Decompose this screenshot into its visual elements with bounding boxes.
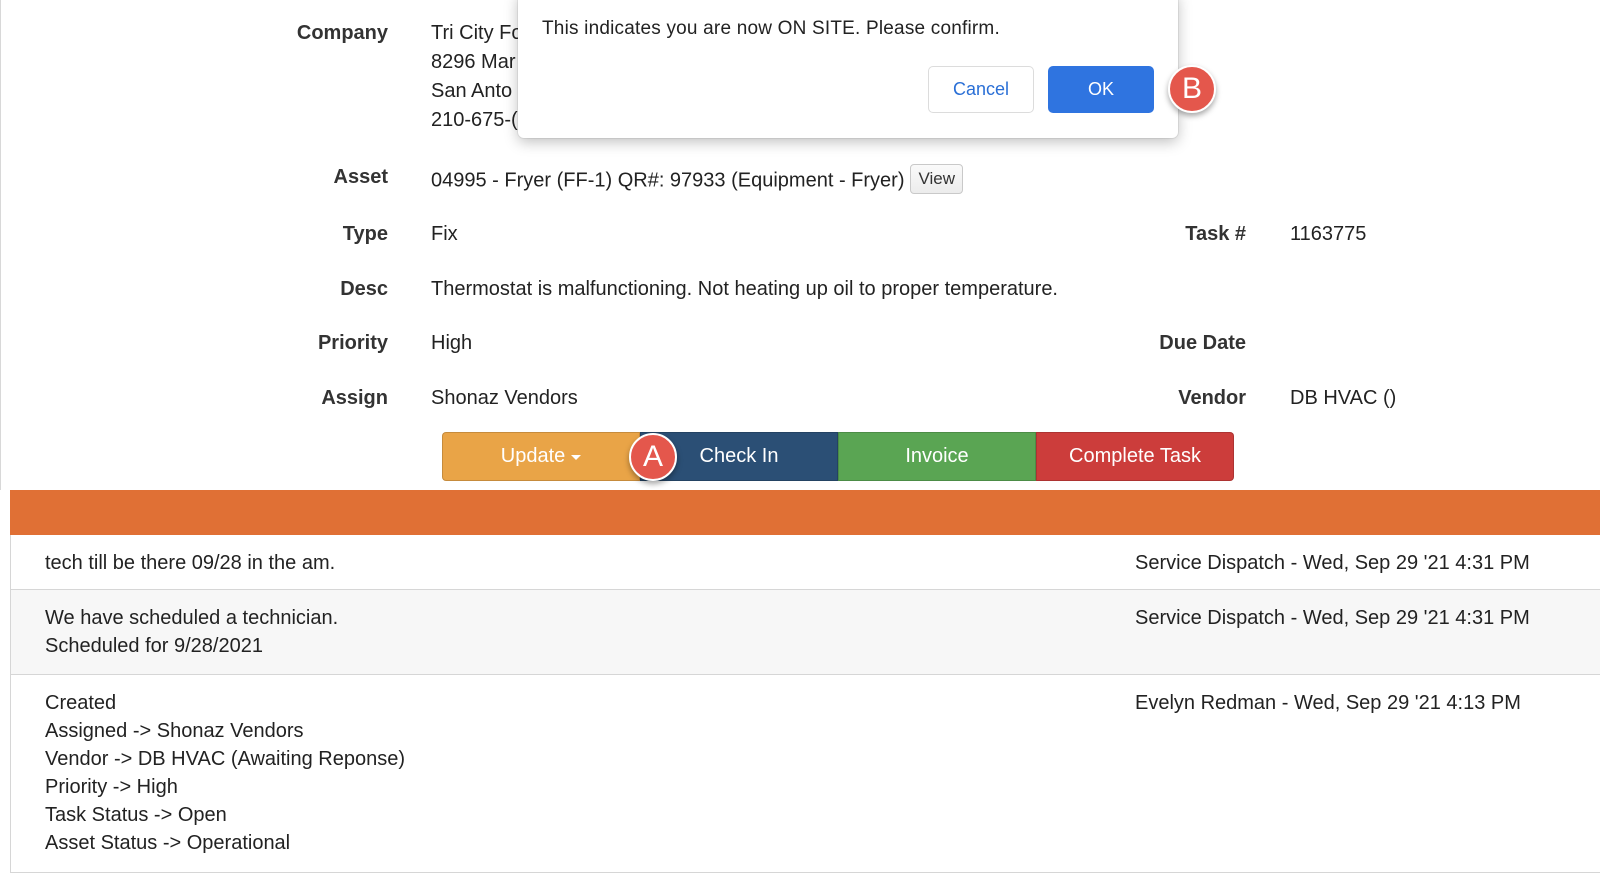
log-entry-line: Priority -> High (45, 776, 178, 798)
activity-log-entry: tech till be there 09/28 in the am. Serv… (10, 535, 1600, 590)
caret-down-icon (571, 455, 582, 460)
invoice-button[interactable]: Invoice (838, 432, 1036, 481)
priority-value: High (431, 332, 473, 354)
activity-log-entry: We have scheduled a technician. Schedule… (10, 590, 1600, 675)
page-left-border (0, 0, 1, 490)
log-entry-text: Created Assigned -> Shonaz Vendors Vendo… (45, 689, 405, 857)
task-detail-page: Company Tri City Fo 8296 Mar San Anto 21… (0, 0, 1600, 880)
asset-label: Asset (333, 166, 388, 188)
company-street: 8296 Mar (431, 51, 516, 73)
desc-value: Thermostat is malfunctioning. Not heatin… (431, 278, 1058, 300)
assign-label: Assign (321, 387, 388, 409)
vendor-value: DB HVAC () (1290, 387, 1397, 409)
log-entry-meta: Service Dispatch - Wed, Sep 29 '21 4:31 … (1135, 607, 1530, 629)
annotation-marker-a: A (629, 433, 677, 481)
log-entry-line: Asset Status -> Operational (45, 832, 291, 854)
due-date-label: Due Date (1159, 332, 1246, 354)
log-entry-text: tech till be there 09/28 in the am. (45, 549, 335, 577)
confirm-dialog: This indicates you are now ON SITE. Plea… (518, 0, 1178, 138)
dialog-cancel-button[interactable]: Cancel (928, 66, 1034, 113)
company-phone: 210-675-( (431, 109, 518, 131)
log-entry-line: Assigned -> Shonaz Vendors (45, 720, 304, 742)
confirm-dialog-message: This indicates you are now ON SITE. Plea… (542, 18, 1000, 39)
task-number-value: 1163775 (1290, 223, 1367, 245)
log-entry-line: Scheduled for 9/28/2021 (45, 635, 263, 657)
company-city: San Anto (431, 80, 513, 102)
task-action-bar: Update Check In Invoice Complete Task (442, 432, 1234, 481)
type-label: Type (342, 223, 388, 245)
log-entry-line: Vendor -> DB HVAC (Awaiting Reponse) (45, 748, 405, 770)
activity-log-entry: Created Assigned -> Shonaz Vendors Vendo… (10, 675, 1600, 873)
asset-view-button[interactable]: View (910, 164, 964, 194)
asset-value: 04995 - Fryer (FF-1) QR#: 97933 (Equipme… (431, 169, 905, 192)
dialog-ok-button[interactable]: OK (1048, 66, 1154, 113)
task-number-label: Task # (1185, 223, 1246, 245)
company-label: Company (296, 22, 388, 44)
log-entry-line: Task Status -> Open (45, 804, 227, 826)
log-entry-text: We have scheduled a technician. Schedule… (45, 604, 338, 660)
type-value: Fix (431, 223, 458, 245)
log-entry-line: Created (45, 692, 117, 714)
activity-header-band (10, 490, 1600, 535)
priority-label: Priority (317, 332, 388, 354)
annotation-marker-b: B (1168, 65, 1216, 113)
asset-value-row: 04995 - Fryer (FF-1) QR#: 97933 (Equipme… (431, 164, 964, 196)
desc-label: Desc (340, 278, 388, 300)
company-address: Tri City Fo 8296 Mar San Anto 210-675-( (431, 19, 522, 135)
log-entry-meta: Evelyn Redman - Wed, Sep 29 '21 4:13 PM (1135, 692, 1521, 714)
log-entry-meta: Service Dispatch - Wed, Sep 29 '21 4:31 … (1135, 552, 1530, 574)
update-button-label: Update (500, 445, 566, 467)
company-name: Tri City Fo (431, 22, 523, 44)
log-entry-line: We have scheduled a technician. (45, 607, 339, 629)
update-dropdown-button[interactable]: Update (442, 432, 640, 481)
assign-value: Shonaz Vendors (431, 387, 578, 409)
complete-task-button[interactable]: Complete Task (1036, 432, 1234, 481)
log-entry-line: tech till be there 09/28 in the am. (45, 552, 336, 574)
vendor-label: Vendor (1178, 387, 1246, 409)
